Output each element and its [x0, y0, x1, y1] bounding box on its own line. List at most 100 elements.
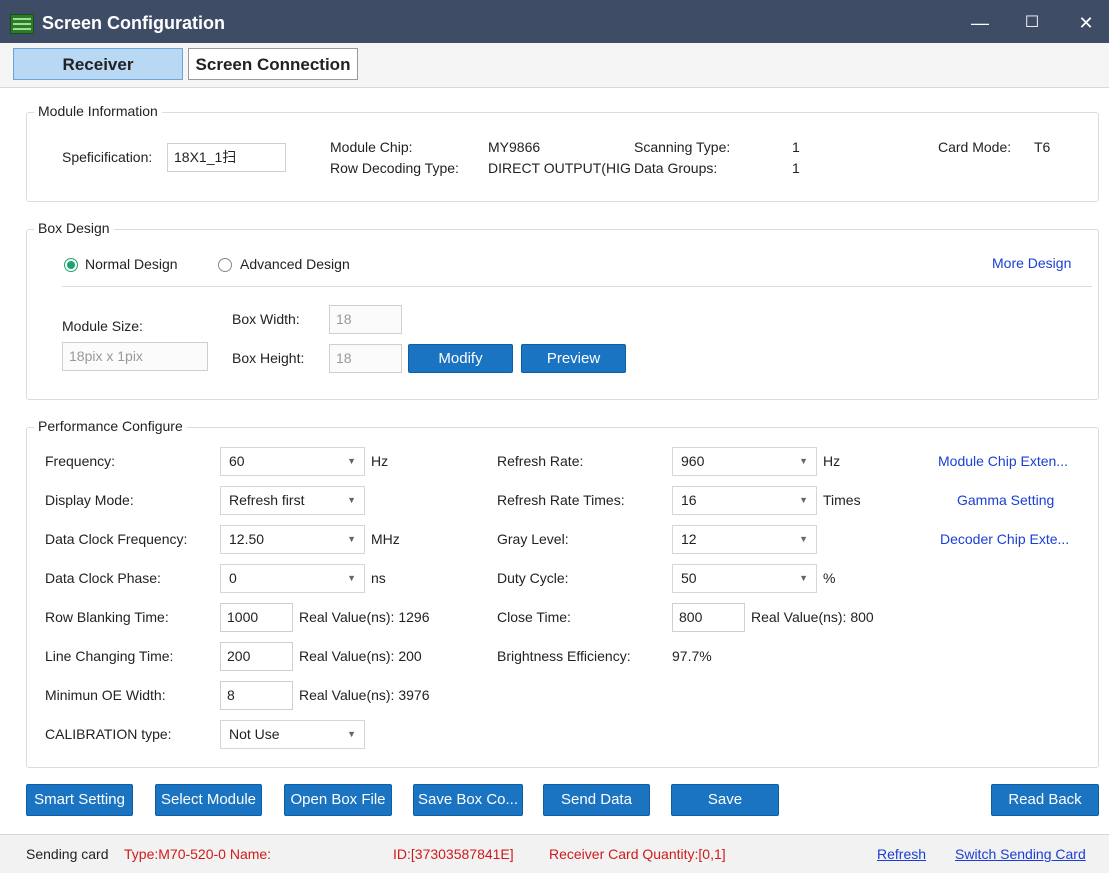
chevron-down-icon: ▼ — [799, 456, 808, 466]
box-design-legend: Box Design — [34, 220, 114, 236]
tab-bar: Receiver Screen Connection — [0, 43, 1109, 88]
save-box-config-button[interactable]: Save Box Co... — [413, 784, 523, 816]
refresh-rate-value: 960 — [681, 453, 705, 469]
smart-setting-button[interactable]: Smart Setting — [26, 784, 133, 816]
row-decoding-label: Row Decoding Type: — [330, 160, 459, 176]
min-oe-width-field[interactable]: 8 — [220, 681, 293, 710]
data-clock-phase-unit: ns — [371, 570, 386, 586]
module-chip-extension-link[interactable]: Module Chip Exten... — [938, 453, 1068, 469]
select-module-button[interactable]: Select Module — [155, 784, 262, 816]
sending-card-type: Type:M70-520-0 Name: — [124, 846, 272, 862]
close-time-label: Close Time: — [497, 609, 571, 625]
save-button[interactable]: Save — [671, 784, 779, 816]
chevron-down-icon: ▼ — [347, 456, 356, 466]
data-groups-value: 1 — [792, 160, 800, 176]
decoder-chip-extension-link[interactable]: Decoder Chip Exte... — [940, 531, 1069, 547]
calibration-type-value: Not Use — [229, 726, 280, 742]
gray-level-label: Gray Level: — [497, 531, 569, 547]
tab-screen-connection[interactable]: Screen Connection — [188, 48, 358, 80]
line-changing-label: Line Changing Time: — [45, 648, 174, 664]
close-button[interactable]: ✕ — [1066, 8, 1106, 38]
gray-level-value: 12 — [681, 531, 697, 547]
frequency-select[interactable]: 60 ▼ — [220, 447, 365, 476]
card-mode-value: T6 — [1034, 139, 1051, 155]
modify-button[interactable]: Modify — [408, 344, 513, 373]
min-oe-width-label: Minimun OE Width: — [45, 687, 166, 703]
duty-cycle-unit: % — [823, 570, 836, 586]
refresh-rate-times-label: Refresh Rate Times: — [497, 492, 625, 508]
row-blanking-field[interactable]: 1000 — [220, 603, 293, 632]
gamma-setting-link[interactable]: Gamma Setting — [957, 492, 1054, 508]
duty-cycle-value: 50 — [681, 570, 697, 586]
refresh-link[interactable]: Refresh — [877, 846, 926, 862]
chevron-down-icon: ▼ — [799, 495, 808, 505]
module-size-label: Module Size: — [62, 318, 143, 334]
preview-button[interactable]: Preview — [521, 344, 626, 373]
switch-sending-card-link[interactable]: Switch Sending Card — [955, 846, 1086, 862]
card-mode-label: Card Mode: — [938, 139, 1012, 155]
box-height-label: Box Height: — [232, 350, 305, 366]
box-design-group — [26, 229, 1099, 400]
app-icon — [10, 14, 34, 34]
row-blanking-real: Real Value(ns): 1296 — [299, 609, 430, 625]
more-design-link[interactable]: More Design — [992, 255, 1071, 271]
display-mode-label: Display Mode: — [45, 492, 134, 508]
calibration-type-label: CALIBRATION type: — [45, 726, 172, 742]
close-time-real: Real Value(ns): 800 — [751, 609, 874, 625]
line-changing-real: Real Value(ns): 200 — [299, 648, 422, 664]
box-width-field[interactable]: 18 — [329, 305, 402, 334]
box-height-field[interactable]: 18 — [329, 344, 402, 373]
frequency-unit: Hz — [371, 453, 389, 469]
calibration-type-select[interactable]: Not Use ▼ — [220, 720, 365, 749]
duty-cycle-select[interactable]: 50 ▼ — [672, 564, 817, 593]
box-design-divider — [62, 286, 1092, 287]
module-chip-label: Module Chip: — [330, 139, 413, 155]
module-info-legend: Module Information — [34, 103, 162, 119]
duty-cycle-label: Duty Cycle: — [497, 570, 569, 586]
refresh-rate-select[interactable]: 960 ▼ — [672, 447, 817, 476]
specification-field[interactable]: 18X1_1扫 — [167, 143, 286, 172]
data-clock-phase-select[interactable]: 0 ▼ — [220, 564, 365, 593]
brightness-efficiency-value: 97.7% — [672, 648, 712, 664]
data-clock-frequency-select[interactable]: 12.50 ▼ — [220, 525, 365, 554]
line-changing-field[interactable]: 200 — [220, 642, 293, 671]
box-width-label: Box Width: — [232, 311, 300, 327]
data-clock-frequency-label: Data Clock Frequency: — [45, 531, 188, 547]
tab-receiver[interactable]: Receiver — [13, 48, 183, 80]
data-clock-frequency-value: 12.50 — [229, 531, 265, 547]
scanning-type-label: Scanning Type: — [634, 139, 731, 155]
close-time-field[interactable]: 800 — [672, 603, 745, 632]
read-back-button[interactable]: Read Back — [991, 784, 1099, 816]
display-mode-select-value: Refresh first — [229, 492, 305, 508]
chevron-down-icon: ▼ — [799, 573, 808, 583]
chevron-down-icon: ▼ — [347, 573, 356, 583]
refresh-rate-times-unit: Times — [823, 492, 861, 508]
normal-design-label[interactable]: Normal Design — [85, 256, 178, 272]
refresh-rate-times-value: 16 — [681, 492, 697, 508]
minimize-button[interactable]: — — [960, 8, 1000, 38]
sending-card-label: Sending card — [26, 846, 109, 862]
receiver-card-quantity: Receiver Card Quantity:[0,1] — [549, 846, 726, 862]
refresh-rate-unit: Hz — [823, 453, 841, 469]
brightness-efficiency-label: Brightness Efficiency: — [497, 648, 631, 664]
data-clock-phase-label: Data Clock Phase: — [45, 570, 161, 586]
gray-level-select[interactable]: 12 ▼ — [672, 525, 817, 554]
open-box-file-button[interactable]: Open Box File — [284, 784, 392, 816]
chevron-down-icon: ▼ — [347, 534, 356, 544]
chevron-down-icon: ▼ — [799, 534, 808, 544]
performance-legend: Performance Configure — [34, 418, 187, 434]
data-clock-phase-value: 0 — [229, 570, 237, 586]
refresh-rate-times-select[interactable]: 16 ▼ — [672, 486, 817, 515]
send-data-button[interactable]: Send Data — [543, 784, 650, 816]
chevron-down-icon: ▼ — [347, 729, 356, 739]
advanced-design-label[interactable]: Advanced Design — [240, 256, 350, 272]
maximize-button[interactable]: ☐ — [1012, 8, 1052, 38]
module-size-field: 18pix x 1pix — [62, 342, 208, 371]
min-oe-width-real: Real Value(ns): 3976 — [299, 687, 430, 703]
data-groups-label: Data Groups: — [634, 160, 718, 176]
display-mode-select[interactable]: Refresh first ▼ — [220, 486, 365, 515]
normal-design-radio[interactable] — [64, 258, 78, 272]
advanced-design-radio[interactable] — [218, 258, 232, 272]
window-title: Screen Configuration — [42, 13, 226, 33]
chevron-down-icon: ▼ — [347, 495, 356, 505]
